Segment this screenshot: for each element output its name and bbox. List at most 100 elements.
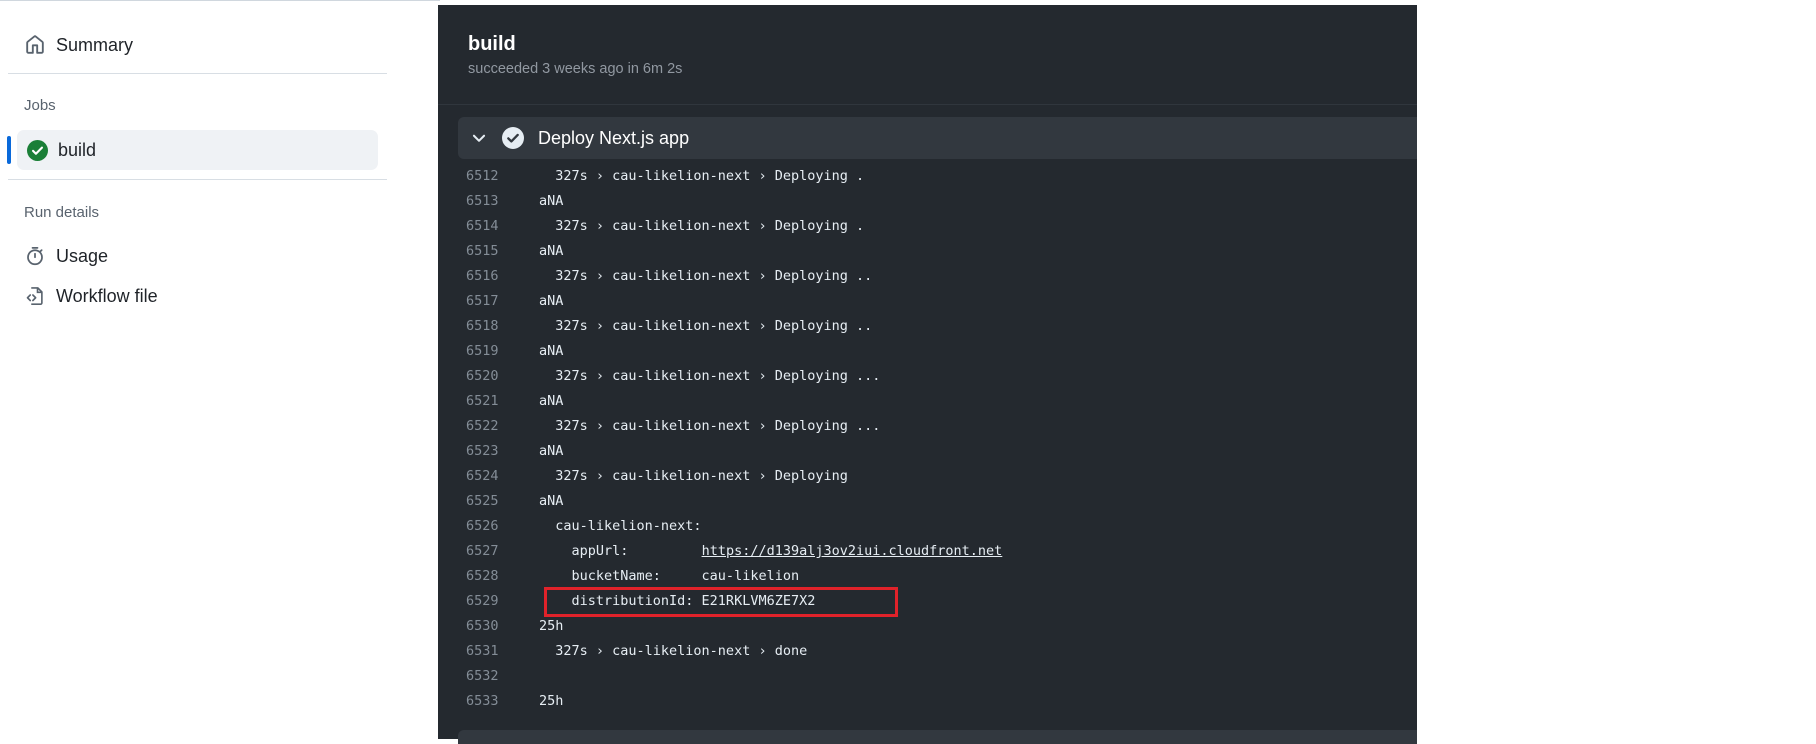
log-text: appUrl: xyxy=(539,543,702,559)
log-line: 6533 25h xyxy=(438,689,1417,714)
log-line-number[interactable]: 6520 xyxy=(466,364,516,389)
log-line-text: 327s › cau-likelion-next › Deploying .. xyxy=(539,264,872,289)
log-text: 327s › cau-likelion-next › Deploying ... xyxy=(539,418,881,434)
log-text: aNA xyxy=(539,343,564,359)
run-details-heading: Run details xyxy=(24,204,100,221)
log-line-number[interactable]: 6519 xyxy=(466,339,516,364)
log-line: 6525 aNA xyxy=(438,489,1417,514)
log-line-text: 327s › cau-likelion-next › Deploying ... xyxy=(539,414,880,439)
log-line-text: 327s › cau-likelion-next › Deploying .. xyxy=(539,314,872,339)
log-line-number[interactable]: 6522 xyxy=(466,414,516,439)
log-line-number[interactable]: 6528 xyxy=(466,564,516,589)
log-line: 6528 bucketName: cau-likelion xyxy=(438,564,1417,589)
log-text: aNA xyxy=(539,243,564,259)
sidebar-item-build-job[interactable]: build xyxy=(17,130,378,170)
step-name: Deploy Next.js app xyxy=(538,127,690,148)
log-text: 25h xyxy=(539,618,564,634)
log-line-text: cau-likelion-next: xyxy=(539,514,702,539)
log-line-number[interactable]: 6525 xyxy=(466,489,516,514)
log-text: cau-likelion-next: xyxy=(539,518,702,534)
log-line-number[interactable]: 6513 xyxy=(466,189,516,214)
log-line-number[interactable]: 6529 xyxy=(466,589,516,614)
log-output: 6512 327s › cau-likelion-next › Deployin… xyxy=(438,164,1417,714)
log-line-text: 327s › cau-likelion-next › Deploying . xyxy=(539,164,864,189)
log-line-number[interactable]: 6524 xyxy=(466,464,516,489)
active-indicator xyxy=(7,136,11,164)
app-url-link[interactable]: https://d139alj3ov2iui.cloudfront.net xyxy=(702,543,1003,559)
sidebar-item-label: build xyxy=(58,139,97,160)
log-line: 6523 aNA xyxy=(438,439,1417,464)
log-line: 6531 327s › cau-likelion-next › done xyxy=(438,639,1417,664)
job-header: build succeeded 3 weeks ago in 6m 2s xyxy=(438,5,1417,105)
sidebar-divider xyxy=(8,73,387,74)
log-text: 327s › cau-likelion-next › Deploying . xyxy=(539,218,865,234)
log-line: 6522 327s › cau-likelion-next › Deployin… xyxy=(438,414,1417,439)
log-line: 6516 327s › cau-likelion-next › Deployin… xyxy=(438,264,1417,289)
log-line-number[interactable]: 6512 xyxy=(466,164,516,189)
log-line-number[interactable]: 6523 xyxy=(466,439,516,464)
job-log-panel: build succeeded 3 weeks ago in 6m 2s Dep… xyxy=(438,5,1417,744)
log-line: 6512 327s › cau-likelion-next › Deployin… xyxy=(438,164,1417,189)
log-line: 6527 appUrl: https://d139alj3ov2iui.clou… xyxy=(438,539,1417,564)
file-code-icon xyxy=(24,285,46,307)
log-line: 6530 25h xyxy=(438,614,1417,639)
log-text: aNA xyxy=(539,393,564,409)
sidebar-item-workflow-file[interactable]: Workflow file xyxy=(24,277,158,315)
sidebar-item-label: Workflow file xyxy=(56,285,158,306)
jobs-heading: Jobs xyxy=(24,97,56,114)
log-line-text: 327s › cau-likelion-next › Deploying . xyxy=(539,214,864,239)
log-line-text: aNA xyxy=(539,389,563,414)
log-line-number[interactable]: 6532 xyxy=(466,664,516,689)
log-line-number[interactable]: 6518 xyxy=(466,314,516,339)
log-line-number[interactable]: 6521 xyxy=(466,389,516,414)
log-line-number[interactable]: 6531 xyxy=(466,639,516,664)
sidebar-item-usage[interactable]: Usage xyxy=(24,237,108,275)
stopwatch-icon xyxy=(24,245,46,267)
log-line-text: aNA xyxy=(539,189,563,214)
sidebar-item-summary[interactable]: Summary xyxy=(24,26,133,64)
log-line: 6526 cau-likelion-next: xyxy=(438,514,1417,539)
log-line-text: aNA xyxy=(539,289,563,314)
log-line: 6517 aNA xyxy=(438,289,1417,314)
log-line-number[interactable]: 6526 xyxy=(466,514,516,539)
check-circle-icon xyxy=(27,139,48,161)
log-line: 6524 327s › cau-likelion-next › Deployin… xyxy=(438,464,1417,489)
log-line: 6532 xyxy=(438,664,1417,689)
log-text: 327s › cau-likelion-next › Deploying . xyxy=(539,168,865,184)
log-line-number[interactable]: 6533 xyxy=(466,689,516,714)
log-text: 327s › cau-likelion-next › Deploying xyxy=(539,468,848,484)
log-line-text: 327s › cau-likelion-next › Deploying xyxy=(539,464,848,489)
log-text: 327s › cau-likelion-next › Deploying ... xyxy=(539,368,881,384)
log-line-text: 327s › cau-likelion-next › done xyxy=(539,639,807,664)
sidebar-item-label: Usage xyxy=(56,245,109,266)
next-step-header[interactable] xyxy=(458,730,1417,744)
log-text: 327s › cau-likelion-next › Deploying .. xyxy=(539,318,873,334)
log-line-text: 25h xyxy=(539,689,563,714)
log-line-number[interactable]: 6516 xyxy=(466,264,516,289)
log-line-number[interactable]: 6527 xyxy=(466,539,516,564)
chevron-down-icon[interactable] xyxy=(470,129,488,147)
log-line-text: 327s › cau-likelion-next › Deploying ... xyxy=(539,364,880,389)
log-text: aNA xyxy=(539,193,564,209)
home-icon xyxy=(24,34,46,56)
log-text: aNA xyxy=(539,493,564,509)
log-line-text: aNA xyxy=(539,489,563,514)
log-line-text: appUrl: https://d139alj3ov2iui.cloudfron… xyxy=(539,539,1003,564)
step-header-deploy[interactable]: Deploy Next.js app xyxy=(458,117,1417,159)
log-line: 6515 aNA xyxy=(438,239,1417,264)
log-line-number[interactable]: 6530 xyxy=(466,614,516,639)
log-line-text: aNA xyxy=(539,239,563,264)
run-sidebar: Summary Jobs build Run details Usage Wor… xyxy=(0,0,440,739)
log-text: aNA xyxy=(539,293,564,309)
log-line: 6521 aNA xyxy=(438,389,1417,414)
log-line: 6520 327s › cau-likelion-next › Deployin… xyxy=(438,364,1417,389)
log-line-text: 25h xyxy=(539,614,563,639)
sidebar-divider xyxy=(8,179,387,180)
job-status-meta: succeeded 3 weeks ago in 6m 2s xyxy=(468,61,683,77)
log-line-number[interactable]: 6514 xyxy=(466,214,516,239)
log-text: 25h xyxy=(539,693,564,709)
log-line-number[interactable]: 6517 xyxy=(466,289,516,314)
log-line-text: bucketName: cau-likelion xyxy=(539,564,800,589)
log-text: 327s › cau-likelion-next › done xyxy=(539,643,808,659)
log-line-number[interactable]: 6515 xyxy=(466,239,516,264)
